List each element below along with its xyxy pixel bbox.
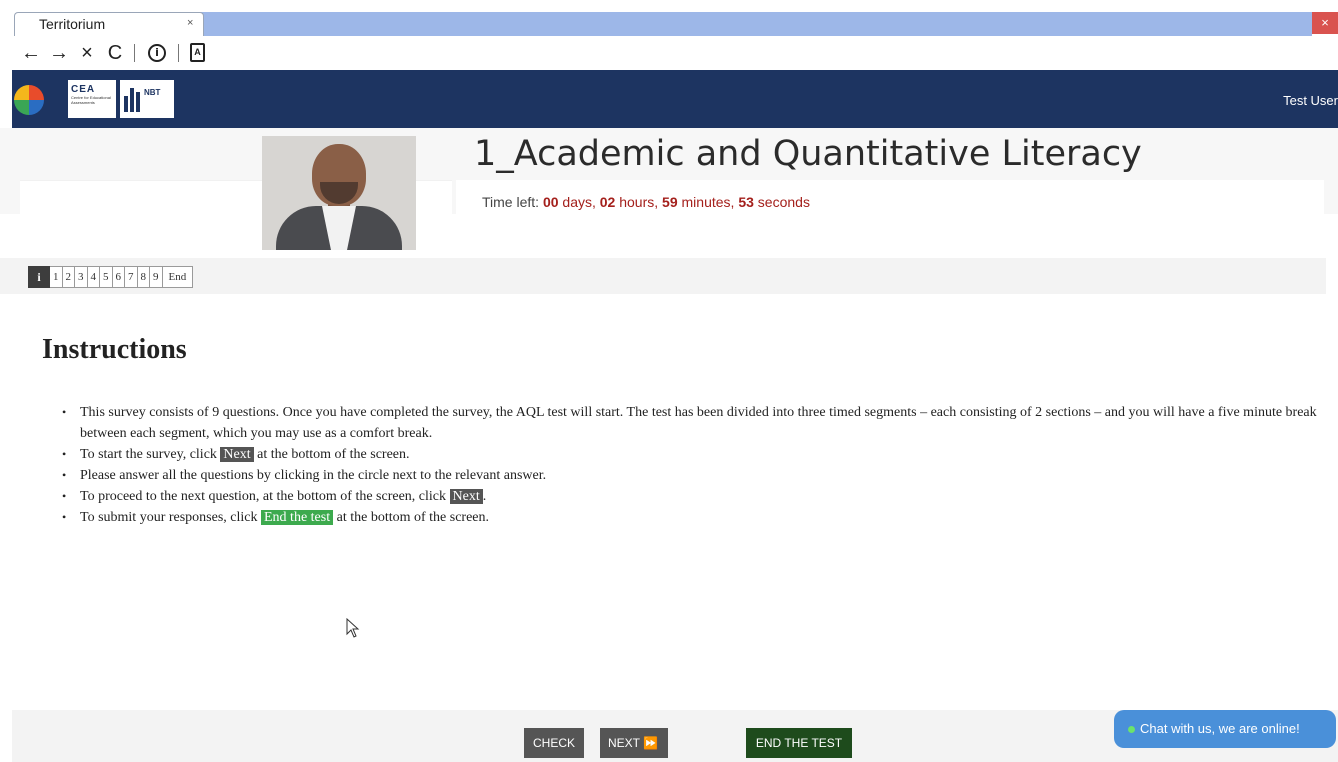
toolbar-divider: [134, 44, 135, 62]
tab-title: Territorium: [39, 16, 106, 32]
chat-widget-button[interactable]: Chat with us, we are online!: [1114, 710, 1336, 748]
tab-close-icon[interactable]: ×: [187, 17, 193, 29]
question-8-button[interactable]: 8: [137, 266, 150, 288]
question-1-button[interactable]: 1: [50, 266, 63, 288]
instruction-text: .: [482, 489, 487, 504]
question-nav-band: [0, 258, 1326, 294]
mouse-cursor-icon: [346, 618, 360, 638]
window-close-button[interactable]: ×: [1312, 12, 1338, 34]
timer-hours-unit: hours,: [619, 194, 659, 210]
next-button[interactable]: NEXT ⏩: [600, 728, 668, 758]
time-left: Time left: 00 days, 02 hours, 59 minutes…: [482, 194, 810, 210]
end-test-button[interactable]: END THE TEST: [746, 728, 852, 758]
stop-icon[interactable]: ×: [76, 42, 98, 64]
timer-days-unit: days,: [562, 194, 596, 210]
cea-logo: CEA Centre for Educational Assessments: [68, 80, 116, 118]
instructions-list: This survey consists of 9 questions. Onc…: [62, 402, 1322, 528]
browser-tab[interactable]: Territorium ×: [14, 12, 204, 36]
forward-arrow-icon[interactable]: →: [48, 42, 70, 64]
instruction-text: at the bottom of the screen.: [253, 447, 410, 462]
timer-minutes-unit: minutes,: [681, 194, 735, 210]
instruction-item: To submit your responses, click End the …: [62, 507, 1322, 528]
toolbar-divider: [178, 44, 179, 62]
cea-logo-subtitle: Centre for Educational Assessments: [71, 95, 111, 105]
timer-days: 00: [542, 194, 559, 210]
question-6-button[interactable]: 6: [112, 266, 125, 288]
instruction-text: To start the survey, click: [80, 447, 221, 462]
timer-seconds-unit: seconds: [757, 194, 810, 210]
question-end-button[interactable]: End: [162, 266, 194, 288]
instruction-item: To start the survey, click Next at the b…: [62, 444, 1322, 465]
online-status-icon: [1128, 726, 1135, 734]
nbt-logo: NBT: [120, 80, 174, 118]
instruction-text: To submit your responses, click: [80, 510, 261, 525]
instruction-text: Please answer all the questions by click…: [80, 468, 547, 483]
back-arrow-icon[interactable]: ←: [20, 42, 42, 64]
reader-mode-icon[interactable]: A: [190, 43, 205, 62]
question-9-button[interactable]: 9: [150, 266, 163, 288]
site-info-icon[interactable]: i: [148, 44, 166, 62]
info-page-button[interactable]: i: [28, 266, 50, 288]
question-4-button[interactable]: 4: [87, 266, 100, 288]
instructions-heading: Instructions: [42, 334, 187, 365]
nbt-logo-text: NBT: [144, 88, 161, 97]
check-button[interactable]: CHECK: [524, 728, 584, 758]
instruction-item: To proceed to the next question, at the …: [62, 486, 1322, 507]
timer-seconds: 53: [738, 194, 754, 210]
question-2-button[interactable]: 2: [62, 266, 75, 288]
instruction-text: To proceed to the next question, at the …: [80, 489, 450, 504]
next-tag: Next: [449, 489, 483, 504]
instruction-text: This survey consists of 9 questions. Onc…: [80, 405, 1317, 441]
instruction-item: Please answer all the questions by click…: [62, 465, 1322, 486]
end-test-tag: End the test: [261, 510, 334, 525]
nbt-bars-icon: [124, 88, 142, 112]
pie-logo-icon: [14, 85, 44, 115]
browser-toolbar: ← → × C i A: [0, 36, 1338, 70]
user-photo: [262, 136, 416, 250]
question-nav: i 1 2 3 4 5 6 7 8 9 End: [28, 266, 194, 288]
question-5-button[interactable]: 5: [100, 266, 113, 288]
reload-icon[interactable]: C: [104, 42, 126, 64]
question-3-button[interactable]: 3: [75, 266, 88, 288]
timer-box: Time left: 00 days, 02 hours, 59 minutes…: [456, 180, 1324, 214]
timer-minutes: 59: [662, 194, 678, 210]
instruction-item: This survey consists of 9 questions. Onc…: [62, 402, 1322, 444]
timer-hours: 02: [599, 194, 616, 210]
question-7-button[interactable]: 7: [125, 266, 138, 288]
site-header: CEA Centre for Educational Assessments N…: [12, 70, 1338, 128]
page-title: 1_Academic and Quantitative Literacy: [474, 134, 1142, 174]
user-name[interactable]: Test User: [1283, 93, 1338, 108]
instruction-text: at the bottom of the screen.: [333, 510, 490, 525]
next-tag: Next: [220, 447, 254, 462]
browser-tab-bar: Territorium × ×: [0, 0, 1338, 36]
cea-logo-text: CEA: [71, 84, 96, 95]
chat-label: Chat with us, we are online!: [1140, 721, 1300, 736]
tab-strip: [200, 12, 1312, 36]
timer-prefix: Time left:: [482, 194, 540, 210]
